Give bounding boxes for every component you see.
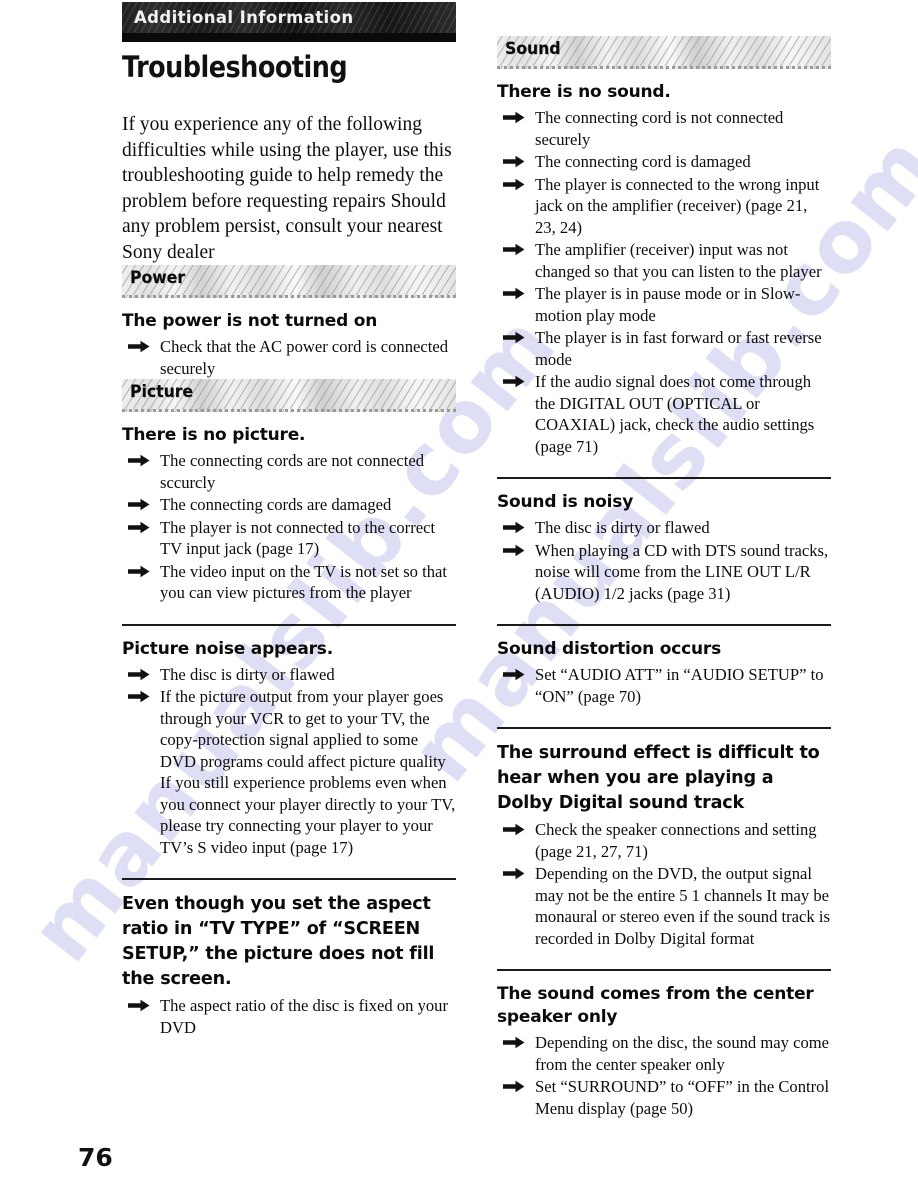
left-column: If you experience any of the following d… [122,112,456,1038]
problem-heading: Even though you set the aspect ratio in … [122,894,435,989]
section-banner-picture: Picture [122,379,456,412]
left-column-sections: Power The power is not turned on Check tha… [122,265,456,1038]
solution-text: If the audio signal does not come throug… [535,372,815,456]
solution-item: The connecting cords are damaged [128,494,456,516]
solution-text: Set “SURROUND” to “OFF” in the Control M… [535,1077,830,1118]
chapter-band-label: Additional Information [134,8,354,27]
section-divider [497,624,831,626]
arrow-right-icon [503,1036,525,1049]
solution-text: Check the speaker connections and settin… [535,820,817,861]
arrow-right-icon [503,331,525,344]
solution-item: If the audio signal does not come throug… [503,371,831,457]
solution-item: The player is in pause mode or in Slow-m… [503,283,831,326]
arrow-right-icon [503,243,525,256]
problem-heading: The sound comes from the center speaker … [497,984,814,1027]
solution-item: Depending on the disc, the sound may com… [503,1032,831,1075]
solution-item: The player is in fast forward or fast re… [503,327,831,370]
solution-item: Set “SURROUND” to “OFF” in the Control M… [503,1076,831,1119]
solution-text: Check that the AC power cord is connecte… [160,337,449,378]
section-divider [497,969,831,971]
arrow-right-icon [128,999,150,1012]
arrow-right-icon [128,521,150,534]
solution-item: The connecting cords are not connected s… [128,450,456,493]
right-column: Sound There is no sound. The connecting co… [497,36,831,1119]
arrow-right-icon [503,375,525,388]
solution-item: The amplifier (receiver) input was not c… [503,239,831,282]
arrow-right-icon [128,668,150,681]
solution-text: The player is connected to the wrong inp… [535,174,820,237]
solution-item: When playing a CD with DTS sound tracks,… [503,540,831,605]
section-divider [122,623,456,626]
arrow-right-icon [503,823,525,836]
solution-text: The player is not connected to the corre… [160,517,436,559]
section-banner-label: Picture [130,382,194,402]
solution-text: The player is in fast forward or fast re… [535,328,822,369]
solution-text: The amplifier (receiver) input was not c… [535,240,822,281]
solution-text: The player is in pause mode or in Slow-m… [535,284,801,325]
chapter-band-footer-bar [122,33,456,42]
solution-text: The disc is dirty or flawed [535,518,710,537]
arrow-right-icon [503,178,525,191]
solution-item: The connecting cord is damaged [503,151,831,173]
solution-text: When playing a CD with DTS sound tracks,… [535,540,829,603]
solution-text: Set “AUDIO ATT” in “AUDIO SETUP” to “ON”… [535,665,824,706]
chapter-band: Additional Information [122,2,456,42]
intro-paragraph: If you experience any of the following d… [122,114,452,263]
solution-item: The player is connected to the wrong inp… [503,174,831,239]
solution-item: Check that the AC power cord is connecte… [128,336,456,379]
solution-text: The aspect ratio of the disc is fixed on… [160,996,449,1037]
arrow-right-icon [128,565,150,578]
problem-heading: There is no sound. [497,82,671,102]
solution-text: If the picture output from your player g… [160,687,456,857]
solution-text: The disc is dirty or flawed [160,664,335,684]
solution-item: Set “AUDIO ATT” in “AUDIO SETUP” to “ON”… [503,664,831,707]
solution-text: Depending on the DVD, the output signal … [535,864,830,948]
problem-heading: The surround effect is difficult to hear… [497,743,820,813]
arrow-right-icon [503,668,525,681]
arrow-right-icon [503,111,525,124]
solution-item: Depending on the DVD, the output signal … [503,863,831,949]
solution-item: If the picture output from your player g… [128,686,456,858]
solution-text: The connecting cord is damaged [535,152,751,171]
solution-item: The player is not connected to the corre… [128,517,456,560]
page-number: 76 [78,1143,113,1172]
arrow-right-icon [503,867,525,880]
section-banner-power: Power [122,265,456,298]
solution-item: The disc is dirty or flawed [128,664,456,686]
solution-item: The aspect ratio of the disc is fixed on… [128,995,456,1038]
section-banner-label: Power [130,268,185,288]
section-divider [122,878,456,880]
arrow-right-icon [503,521,525,534]
solution-text: The connecting cords are not connected s… [160,451,425,492]
solution-text: Depending on the disc, the sound may com… [535,1033,830,1074]
right-column-sections: Sound There is no sound. The connecting co… [497,36,831,1119]
page-title: Troubleshooting [122,50,348,84]
solution-text: The connecting cord is not connected sec… [535,108,784,149]
solution-item: The video input on the TV is not set so … [128,561,456,604]
section-divider [497,727,831,729]
arrow-right-icon [128,340,150,353]
solution-item: The connecting cord is not connected sec… [503,107,831,150]
solution-text: The connecting cords are damaged [160,495,392,514]
manual-page: Additional Information Troubleshooting I… [0,0,918,1188]
section-divider [497,477,831,479]
arrow-right-icon [503,544,525,557]
problem-heading: Sound is noisy [497,492,634,512]
problem-heading: There is no picture. [122,425,306,445]
section-banner-label: Sound [505,39,561,59]
arrow-right-icon [128,690,150,703]
section-banner-sound: Sound [497,36,831,69]
problem-heading: Sound distortion occurs [497,639,722,659]
problem-heading: Picture noise appears. [122,638,333,659]
solution-item: The disc is dirty or flawed [503,517,831,539]
solution-text: The video input on the TV is not set so … [160,561,447,603]
arrow-right-icon [503,155,525,168]
arrow-right-icon [128,498,150,511]
arrow-right-icon [503,1080,525,1093]
problem-heading: The power is not turned on [122,311,378,331]
solution-item: Check the speaker connections and settin… [503,819,831,862]
arrow-right-icon [128,454,150,467]
arrow-right-icon [503,287,525,300]
